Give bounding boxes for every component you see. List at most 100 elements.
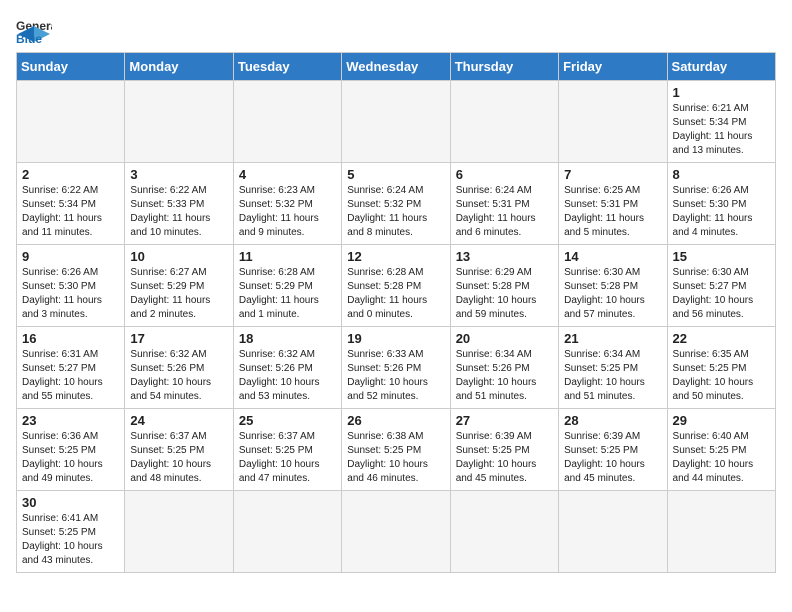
calendar-cell: 12Sunrise: 6:28 AM Sunset: 5:28 PM Dayli…	[342, 245, 450, 327]
calendar-cell: 25 Sunrise: 6:37 AM Sunset: 5:25 PM Dayli…	[233, 409, 341, 491]
day-info: Sunrise: 6:26 AM Sunset: 5:30 PM Dayligh…	[22, 266, 119, 322]
day-info: Sunrise: 6:40 AM Sunset: 5:25 PM Dayligh…	[673, 430, 770, 486]
day-number: 25	[239, 413, 336, 428]
day-info: Sunrise: 6:26 AM Sunset: 5:30 PM Dayligh…	[673, 184, 770, 240]
day-info: Sunrise: 6:32 AM Sunset: 5:26 PM Dayligh…	[130, 348, 227, 404]
calendar-cell: 30 Sunrise: 6:41 AM Sunset: 5:25 PM Dayli…	[17, 491, 125, 573]
calendar-row: 30 Sunrise: 6:41 AM Sunset: 5:25 PM Dayli…	[17, 491, 776, 573]
calendar-row: 9 Sunrise: 6:26 AM Sunset: 5:30 PM Daylig…	[17, 245, 776, 327]
weekday-header-monday: Monday	[125, 53, 233, 81]
day-info: Sunrise: 6:37 AM Sunset: 5:25 PM Dayligh…	[239, 430, 336, 486]
calendar-cell: 15 Sunrise: 6:30 AM Sunset: 5:27 PM Dayli…	[667, 245, 775, 327]
calendar-cell	[233, 81, 341, 163]
calendar-row: 23 Sunrise: 6:36 AM Sunset: 5:25 PM Dayli…	[17, 409, 776, 491]
day-number: 20	[456, 331, 553, 346]
day-number: 10	[130, 249, 227, 264]
calendar-cell	[342, 81, 450, 163]
day-number: 15	[673, 249, 770, 264]
calendar-cell: 20 Sunrise: 6:34 AM Sunset: 5:26 PM Dayli…	[450, 327, 558, 409]
calendar-row: 1 Sunrise: 6:21 AM Sunset: 5:34 PM Daylig…	[17, 81, 776, 163]
day-number: 2	[22, 167, 119, 182]
day-number: 17	[130, 331, 227, 346]
day-number: 11	[239, 249, 336, 264]
day-info: Sunrise: 6:41 AM Sunset: 5:25 PM Dayligh…	[22, 512, 119, 568]
calendar-cell: 17 Sunrise: 6:32 AM Sunset: 5:26 PM Dayli…	[125, 327, 233, 409]
calendar-cell: 10 Sunrise: 6:27 AM Sunset: 5:29 PM Dayli…	[125, 245, 233, 327]
day-info: Sunrise: 6:39 AM Sunset: 5:25 PM Dayligh…	[564, 430, 661, 486]
day-number: 29	[673, 413, 770, 428]
logo: General Blue	[16, 16, 56, 44]
calendar-cell: 19 Sunrise: 6:33 AM Sunset: 5:26 PM Dayli…	[342, 327, 450, 409]
weekday-header-wednesday: Wednesday	[342, 53, 450, 81]
day-info: Sunrise: 6:28 AM Sunset: 5:28 PM Dayligh…	[347, 266, 444, 322]
day-number: 22	[673, 331, 770, 346]
day-number: 4	[239, 167, 336, 182]
calendar-cell: 16 Sunrise: 6:31 AM Sunset: 5:27 PM Dayli…	[17, 327, 125, 409]
day-info: Sunrise: 6:34 AM Sunset: 5:26 PM Dayligh…	[456, 348, 553, 404]
calendar-cell: 18 Sunrise: 6:32 AM Sunset: 5:26 PM Dayli…	[233, 327, 341, 409]
calendar-cell	[667, 491, 775, 573]
day-number: 19	[347, 331, 444, 346]
calendar-cell: 7 Sunrise: 6:25 AM Sunset: 5:31 PM Daylig…	[559, 163, 667, 245]
day-info: Sunrise: 6:32 AM Sunset: 5:26 PM Dayligh…	[239, 348, 336, 404]
calendar-table: SundayMondayTuesdayWednesdayThursdayFrid…	[16, 52, 776, 573]
day-number: 6	[456, 167, 553, 182]
calendar-cell: 22Sunrise: 6:35 AM Sunset: 5:25 PM Dayli…	[667, 327, 775, 409]
weekday-header-thursday: Thursday	[450, 53, 558, 81]
calendar-cell: 6 Sunrise: 6:24 AM Sunset: 5:31 PM Daylig…	[450, 163, 558, 245]
day-number: 30	[22, 495, 119, 510]
day-info: Sunrise: 6:24 AM Sunset: 5:31 PM Dayligh…	[456, 184, 553, 240]
calendar-cell: 5Sunrise: 6:24 AM Sunset: 5:32 PM Daylig…	[342, 163, 450, 245]
day-info: Sunrise: 6:39 AM Sunset: 5:25 PM Dayligh…	[456, 430, 553, 486]
calendar-cell: 1 Sunrise: 6:21 AM Sunset: 5:34 PM Daylig…	[667, 81, 775, 163]
calendar-cell: 3Sunrise: 6:22 AM Sunset: 5:33 PM Daylig…	[125, 163, 233, 245]
day-number: 5	[347, 167, 444, 182]
day-number: 1	[673, 85, 770, 100]
day-info: Sunrise: 6:36 AM Sunset: 5:25 PM Dayligh…	[22, 430, 119, 486]
day-info: Sunrise: 6:27 AM Sunset: 5:29 PM Dayligh…	[130, 266, 227, 322]
day-number: 16	[22, 331, 119, 346]
day-info: Sunrise: 6:33 AM Sunset: 5:26 PM Dayligh…	[347, 348, 444, 404]
calendar-cell: 2Sunrise: 6:22 AM Sunset: 5:34 PM Daylig…	[17, 163, 125, 245]
calendar-cell: 23 Sunrise: 6:36 AM Sunset: 5:25 PM Dayli…	[17, 409, 125, 491]
weekday-header-tuesday: Tuesday	[233, 53, 341, 81]
day-info: Sunrise: 6:29 AM Sunset: 5:28 PM Dayligh…	[456, 266, 553, 322]
day-number: 7	[564, 167, 661, 182]
day-info: Sunrise: 6:25 AM Sunset: 5:31 PM Dayligh…	[564, 184, 661, 240]
day-number: 14	[564, 249, 661, 264]
calendar-cell: 29 Sunrise: 6:40 AM Sunset: 5:25 PM Dayli…	[667, 409, 775, 491]
calendar-cell	[559, 491, 667, 573]
day-number: 3	[130, 167, 227, 182]
day-number: 9	[22, 249, 119, 264]
calendar-cell	[559, 81, 667, 163]
day-number: 27	[456, 413, 553, 428]
calendar-cell: 26Sunrise: 6:38 AM Sunset: 5:25 PM Dayli…	[342, 409, 450, 491]
calendar-cell: 13Sunrise: 6:29 AM Sunset: 5:28 PM Dayli…	[450, 245, 558, 327]
day-info: Sunrise: 6:30 AM Sunset: 5:27 PM Dayligh…	[673, 266, 770, 322]
calendar-row: 2Sunrise: 6:22 AM Sunset: 5:34 PM Daylig…	[17, 163, 776, 245]
calendar-cell: 27 Sunrise: 6:39 AM Sunset: 5:25 PM Dayli…	[450, 409, 558, 491]
day-number: 24	[130, 413, 227, 428]
day-info: Sunrise: 6:31 AM Sunset: 5:27 PM Dayligh…	[22, 348, 119, 404]
calendar-cell	[450, 81, 558, 163]
calendar-cell: 8 Sunrise: 6:26 AM Sunset: 5:30 PM Daylig…	[667, 163, 775, 245]
day-number: 8	[673, 167, 770, 182]
day-info: Sunrise: 6:21 AM Sunset: 5:34 PM Dayligh…	[673, 102, 770, 158]
weekday-header-saturday: Saturday	[667, 53, 775, 81]
calendar-cell	[125, 491, 233, 573]
day-number: 28	[564, 413, 661, 428]
calendar-cell: 9 Sunrise: 6:26 AM Sunset: 5:30 PM Daylig…	[17, 245, 125, 327]
calendar-cell	[233, 491, 341, 573]
day-info: Sunrise: 6:23 AM Sunset: 5:32 PM Dayligh…	[239, 184, 336, 240]
day-number: 18	[239, 331, 336, 346]
calendar-cell: 24 Sunrise: 6:37 AM Sunset: 5:25 PM Dayli…	[125, 409, 233, 491]
day-info: Sunrise: 6:37 AM Sunset: 5:25 PM Dayligh…	[130, 430, 227, 486]
day-info: Sunrise: 6:28 AM Sunset: 5:29 PM Dayligh…	[239, 266, 336, 322]
weekday-header-row: SundayMondayTuesdayWednesdayThursdayFrid…	[17, 53, 776, 81]
day-number: 23	[22, 413, 119, 428]
calendar-cell	[125, 81, 233, 163]
calendar-cell	[450, 491, 558, 573]
day-number: 21	[564, 331, 661, 346]
calendar-cell: 28 Sunrise: 6:39 AM Sunset: 5:25 PM Dayli…	[559, 409, 667, 491]
calendar-cell	[342, 491, 450, 573]
